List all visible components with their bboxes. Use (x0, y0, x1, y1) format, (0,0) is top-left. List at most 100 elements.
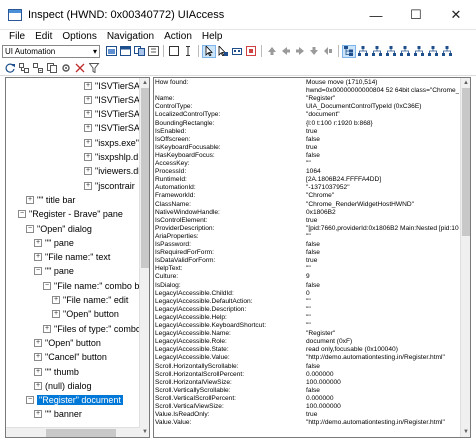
navigate-last-child-icon[interactable] (307, 45, 321, 58)
navigate-next-sibling-icon[interactable] (293, 45, 307, 58)
tree-item[interactable]: + "isxps.exe" (84, 136, 139, 149)
tree-item[interactable]: + "jscontrair (84, 179, 135, 192)
tree-horizontal-scrollbar[interactable] (6, 427, 140, 437)
expand-all-icon[interactable] (17, 61, 31, 74)
tree-item[interactable]: + "File name:" text (34, 251, 110, 264)
property-row[interactable]: IsPassword: false (154, 241, 460, 249)
tree-mode-icon[interactable] (342, 44, 356, 58)
tree-item[interactable]: + "isxpshlp.d (84, 151, 138, 164)
maximize-button[interactable]: ☐ (396, 0, 436, 30)
property-row[interactable]: IsRequiredForForm: false (154, 249, 460, 257)
select-pointer-icon[interactable] (202, 44, 216, 58)
collapse-icon[interactable]: − (34, 267, 42, 276)
property-row[interactable]: BoundingRectangle: {l:0 t:100 r:1920 b:86… (154, 120, 460, 128)
property-row[interactable]: AriaProperties: "" (154, 233, 460, 241)
expand-icon[interactable]: + (34, 381, 42, 390)
property-row[interactable]: RuntimeId: [2A.1806B24.FFFFA4DD] (154, 176, 460, 184)
keyboard-focus-icon[interactable] (230, 45, 244, 58)
property-row[interactable]: How found: Mouse move (1710,514) (154, 79, 460, 87)
menu-options[interactable]: Options (57, 31, 101, 42)
tree-item[interactable]: − "" pane (34, 265, 74, 278)
tree-item[interactable]: + "ISVTierSAp (84, 93, 145, 106)
tree-item[interactable]: + "ISVTierSAp (84, 79, 145, 92)
property-row[interactable]: Value.IsReadOnly: true (154, 411, 460, 419)
tree-item[interactable]: + "Files of type:" combo (43, 322, 141, 335)
refresh-icon[interactable] (3, 61, 17, 74)
property-row[interactable]: FrameworkId: "Chrome" (154, 192, 460, 200)
expand-icon[interactable]: + (34, 410, 42, 419)
property-row[interactable]: Scroll.VerticallyScrollable: false (154, 387, 460, 395)
property-row[interactable]: ClassName: "Chrome_RenderWidgetHostHWND" (154, 201, 460, 209)
expand-icon[interactable]: + (43, 324, 51, 333)
tree-item[interactable]: − "File name:" combo b (43, 279, 139, 292)
property-row[interactable]: LegacyIAccessible.Help: "" (154, 314, 460, 322)
navigate-previous-sibling-icon[interactable] (321, 45, 335, 58)
property-row[interactable]: LegacyIAccessible.KeyboardShortcut: "" (154, 322, 460, 330)
tooltip-icon[interactable] (146, 45, 160, 58)
tree-view-icon-5[interactable] (412, 45, 426, 58)
property-row[interactable]: AutomationId: "-1371037952" (154, 184, 460, 192)
scroll-up-icon[interactable]: ▲ (461, 78, 470, 88)
tree-item[interactable]: − "Open" dialog (26, 222, 92, 235)
watch-caret-icon[interactable] (132, 45, 146, 58)
property-row[interactable]: NativeWindowHandle: 0x1806B2 (154, 209, 460, 217)
tree-item-selected[interactable]: − "Register" document (26, 394, 123, 407)
expand-icon[interactable]: + (84, 167, 92, 176)
property-row[interactable]: IsDialog: false (154, 282, 460, 290)
tree-item[interactable]: − "Register - Brave" pane (18, 208, 123, 221)
menu-navigation[interactable]: Navigation (102, 31, 159, 42)
property-row[interactable]: LegacyIAccessible.State: read only,focusa… (154, 346, 460, 354)
property-row[interactable]: Scroll.VerticalViewSize: 100.000000 (154, 403, 460, 411)
menu-file[interactable]: File (4, 31, 30, 42)
property-row[interactable]: IsKeyboardFocusable: true (154, 144, 460, 152)
property-row[interactable]: Scroll.HorizontallyScrollable: false (154, 363, 460, 371)
expand-icon[interactable]: + (84, 181, 92, 190)
expand-icon[interactable]: + (84, 110, 92, 119)
property-row[interactable]: ProcessId: 1064 (154, 168, 460, 176)
property-row[interactable]: LocalizedControlType: "document" (154, 111, 460, 119)
scroll-up-icon[interactable]: ▲ (140, 78, 149, 88)
collapse-icon[interactable]: − (26, 224, 34, 233)
property-row[interactable]: Name: "Register" (154, 95, 460, 103)
tree-view-icon-6[interactable] (426, 45, 440, 58)
tree-view-icon-7[interactable] (440, 45, 454, 58)
clear-icon[interactable] (73, 61, 87, 74)
tree-view-icon-2[interactable] (370, 45, 384, 58)
tree-item[interactable]: + "ISVTierSAp (84, 108, 145, 121)
property-row[interactable]: Scroll.HorizontalScrollPercent: 0.000000 (154, 371, 460, 379)
tree-view-icon-1[interactable] (356, 45, 370, 58)
rectangle-icon[interactable] (167, 45, 181, 58)
property-row[interactable]: IsControlElement: true (154, 217, 460, 225)
close-button[interactable]: ✕ (436, 0, 476, 30)
property-row[interactable]: Scroll.VerticalScrollPercent: 0.000000 (154, 395, 460, 403)
property-row[interactable]: Culture: 9 (154, 273, 460, 281)
expand-icon[interactable]: + (52, 296, 60, 304)
expand-icon[interactable]: + (84, 81, 92, 90)
property-row[interactable]: LegacyIAccessible.Name: "Register" (154, 330, 460, 338)
highlight-icon[interactable] (244, 45, 258, 58)
tree-scroll-thumb[interactable] (141, 88, 149, 268)
expand-icon[interactable]: + (84, 124, 92, 133)
menu-help[interactable]: Help (197, 31, 228, 42)
expand-icon[interactable]: + (34, 238, 42, 247)
collapse-icon[interactable]: − (18, 210, 26, 219)
tree-hscroll-thumb[interactable] (46, 429, 116, 437)
properties-vertical-scrollbar[interactable]: ▲ ▼ (460, 78, 470, 437)
expand-icon[interactable]: + (26, 195, 34, 204)
property-row[interactable]: Scroll.HorizontalViewSize: 100.000000 (154, 379, 460, 387)
property-row[interactable]: IsEnabled: true (154, 128, 460, 136)
tree-view-icon-4[interactable] (398, 45, 412, 58)
menu-edit[interactable]: Edit (30, 31, 57, 42)
collapse-icon[interactable]: − (26, 396, 34, 405)
properties-scroll-thumb[interactable] (462, 88, 470, 236)
watch-window-icon[interactable] (118, 45, 132, 58)
tree-item[interactable]: + "iviewers.dl (84, 165, 140, 178)
hover-pointer-icon[interactable] (216, 45, 230, 58)
tree-item[interactable]: + (null) dialog (34, 379, 92, 392)
property-row[interactable]: ControlType: UIA_DocumentControlTypeId (0… (154, 103, 460, 111)
tree-item[interactable]: + "Open" button (52, 308, 119, 321)
scroll-down-icon[interactable]: ▼ (461, 427, 470, 437)
property-row[interactable]: ProviderDescription: "[pid:7660,providerI… (154, 225, 460, 233)
tree-item[interactable]: + "" title bar (26, 193, 75, 206)
collapse-all-icon[interactable] (31, 61, 45, 74)
